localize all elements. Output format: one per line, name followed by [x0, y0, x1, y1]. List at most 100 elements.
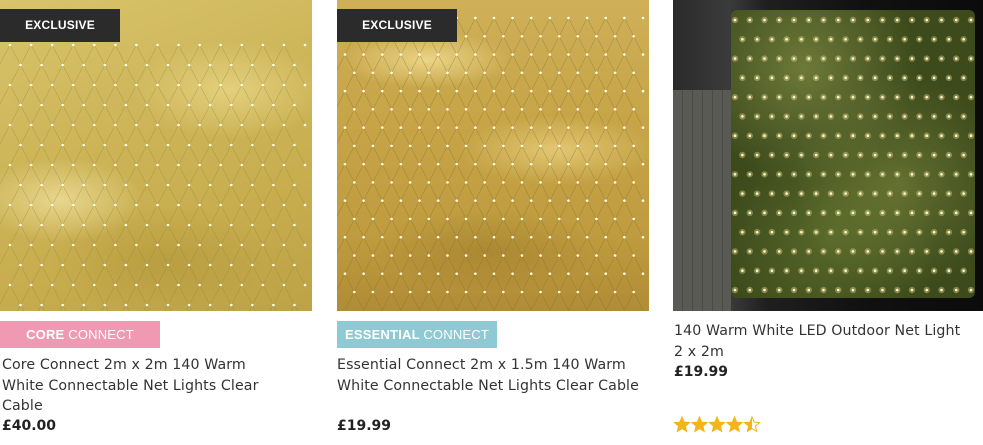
light-bulb	[844, 192, 847, 195]
light-bulb	[641, 89, 645, 93]
light-bulb	[910, 134, 914, 138]
light-bulb	[492, 162, 496, 166]
light-bulb	[888, 153, 892, 157]
light-bulb	[427, 181, 431, 184]
light-bulb	[8, 283, 12, 287]
product-price: £40.00	[2, 418, 57, 434]
light-bulb	[261, 163, 265, 167]
light-bulb	[932, 192, 936, 195]
light-bulb	[807, 18, 811, 22]
light-bulb	[881, 288, 884, 292]
net-wire	[157, 104, 179, 126]
light-bulb	[29, 123, 33, 127]
net-wire	[125, 44, 148, 66]
light-bulb	[251, 223, 254, 227]
light-bulb	[208, 223, 212, 227]
net-wire	[428, 237, 448, 256]
light-bulb	[61, 263, 64, 267]
net-wire	[484, 237, 504, 256]
net-wire	[51, 144, 74, 166]
light-bulb	[733, 57, 737, 60]
light-bulb	[399, 272, 403, 276]
net-wire	[199, 264, 221, 286]
net-wire	[447, 163, 467, 183]
light-bulb	[932, 76, 936, 80]
net-wire	[273, 44, 295, 66]
light-bulb	[156, 243, 159, 247]
light-bulb	[814, 153, 818, 157]
net-wire	[30, 224, 53, 246]
net-wire	[220, 64, 243, 86]
light-bulb	[529, 89, 533, 93]
light-bulb	[362, 89, 365, 93]
net-wire	[475, 109, 495, 128]
net-wire	[136, 264, 158, 286]
net-wire	[577, 54, 597, 73]
product-title[interactable]: Essential Connect 2m x 1.5m 140 Warm Whi…	[337, 355, 642, 396]
light-bulb	[548, 89, 552, 93]
net-wire	[354, 90, 374, 110]
net-wire	[391, 90, 411, 110]
net-wire	[344, 218, 364, 238]
net-wire	[354, 273, 374, 293]
light-bulb	[814, 37, 818, 41]
net-wire	[94, 64, 116, 86]
product-image[interactable]: EXCLUSIVE	[337, 0, 649, 311]
light-bulb	[604, 126, 608, 129]
light-bulb	[261, 243, 265, 247]
light-bulb	[932, 37, 936, 41]
net-wire	[188, 204, 211, 226]
net-wire	[614, 54, 634, 73]
light-bulb	[940, 134, 943, 138]
light-bulb	[492, 199, 496, 202]
net-wire	[512, 255, 532, 274]
net-wire	[530, 182, 551, 201]
light-bulb	[733, 18, 737, 22]
net-wire	[614, 273, 634, 293]
product-image[interactable]	[673, 0, 983, 311]
light-bulb	[822, 250, 825, 253]
net-wire	[400, 291, 420, 311]
net-wire	[273, 284, 295, 306]
light-bulb	[844, 115, 847, 118]
light-bulb	[836, 250, 840, 253]
net-wire	[209, 44, 232, 66]
light-bulb	[741, 37, 744, 41]
net-wire	[62, 204, 85, 226]
net-wire	[9, 224, 32, 246]
net-wire	[372, 237, 392, 256]
product-image[interactable]: EXCLUSIVE	[0, 0, 312, 311]
light-bulb	[399, 199, 403, 202]
net-wire	[41, 204, 63, 226]
light-bulb	[632, 71, 635, 75]
product-card-1[interactable]: EXCLUSIVE CORE CONNECT Core Connect 2m x…	[0, 0, 312, 434]
net-wire	[62, 124, 85, 146]
net-wire	[230, 284, 253, 306]
light-bulb	[272, 223, 275, 227]
light-bulb	[859, 192, 862, 195]
light-bulb	[910, 95, 914, 99]
rating-stars	[673, 416, 761, 433]
product-title[interactable]: 140 Warm White LED Outdoor Net Light 2 x…	[674, 321, 964, 362]
product-card-2[interactable]: EXCLUSIVE ESSENTIAL CONNECT Essential Co…	[337, 0, 649, 434]
light-bulb	[177, 43, 180, 47]
net-wire	[437, 182, 458, 201]
net-wire	[178, 104, 200, 126]
net-wire	[363, 182, 383, 201]
net-wire	[381, 255, 402, 274]
light-bulb	[557, 290, 561, 294]
product-title[interactable]: Core Connect 2m x 2m 140 Warm White Conn…	[2, 355, 287, 417]
light-bulb	[492, 53, 496, 56]
light-bulb	[272, 63, 275, 67]
light-bulb	[303, 203, 307, 207]
net-wire	[437, 291, 458, 311]
net-wire	[484, 54, 504, 73]
light-bulb	[464, 34, 468, 38]
product-card-3[interactable]: 140 Warm White LED Outdoor Net Light 2 x…	[673, 0, 983, 433]
light-bulb	[71, 123, 75, 127]
net-wire	[503, 163, 523, 183]
light-bulb	[124, 223, 128, 227]
light-bulb	[947, 76, 951, 80]
light-bulb	[511, 89, 514, 93]
net-wire	[503, 127, 523, 147]
